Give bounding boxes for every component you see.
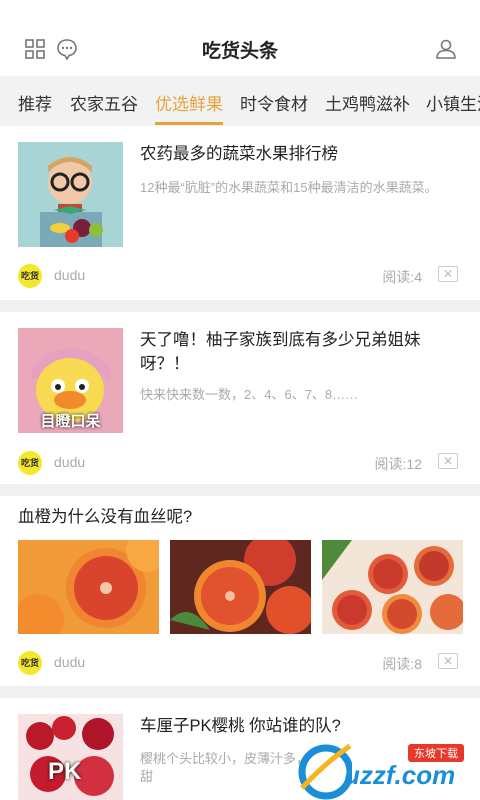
read-count: 阅读:8 — [382, 656, 422, 672]
source-logo: 吃货 — [18, 451, 42, 475]
article-image — [322, 540, 463, 634]
source-logo: 吃货 — [18, 264, 42, 288]
tab-recommend[interactable]: 推荐 — [18, 90, 52, 115]
active-tab-indicator — [155, 122, 223, 125]
site-watermark: 东坡下载 uzzf.com — [292, 738, 480, 800]
article-thumbnail: PK — [18, 714, 123, 800]
dismiss-button[interactable]: ✕ — [438, 653, 458, 669]
watermark-text: uzzf.com — [344, 760, 456, 790]
tab-fruits[interactable]: 优选鲜果 — [155, 90, 223, 115]
user-profile-icon[interactable] — [435, 38, 457, 60]
tab-poultry[interactable]: 土鸡鸭滋补 — [325, 90, 410, 115]
article-summary: 快来快来数一数，2、4、6、7、8…… — [140, 387, 359, 402]
article-title[interactable]: 天了噜！柚子家族到底有多少兄弟姐妹呀？！ — [140, 328, 462, 376]
page-title: 吃货头条 — [201, 41, 278, 62]
article-title[interactable]: 农药最多的蔬菜水果排行榜 — [140, 142, 462, 166]
article-meta: 吃货 dudu 阅读:8 ✕ — [18, 651, 462, 675]
dismiss-button[interactable]: ✕ — [438, 453, 458, 469]
article-title[interactable]: 血橙为什么没有血丝呢? — [18, 505, 462, 529]
read-count: 阅读:4 — [382, 269, 422, 285]
source-name: dudu — [54, 267, 86, 283]
article-meta: 吃货 dudu 阅读:12 ✕ — [18, 451, 462, 475]
category-tabs: 推荐 农家五谷 优选鲜果 时令食材 土鸡鸭滋补 小镇生活 — [0, 76, 480, 126]
article-card[interactable]: 目瞪口呆 天了噜！柚子家族到底有多少兄弟姐妹呀？！ 快来快来数一数，2、4、6、… — [0, 312, 480, 484]
tab-grains[interactable]: 农家五谷 — [70, 90, 138, 115]
tab-seasonal[interactable]: 时令食材 — [240, 90, 308, 115]
article-thumbnail — [18, 142, 123, 247]
article-thumbnail: 目瞪口呆 — [18, 328, 123, 433]
article-image — [18, 540, 159, 634]
article-summary: 12种最“肮脏”的水果蔬菜和15种最清洁的水果蔬菜。 — [140, 180, 438, 195]
image-caption: PK — [48, 758, 82, 785]
article-image — [170, 540, 311, 634]
article-card[interactable]: 农药最多的蔬菜水果排行榜 12种最“肮脏”的水果蔬菜和15种最清洁的水果蔬菜。 … — [0, 126, 480, 300]
article-title[interactable]: 车厘子PK樱桃 你站谁的队? — [140, 714, 462, 738]
app-header: 吃货头条 — [0, 0, 480, 76]
source-name: dudu — [54, 454, 86, 470]
tab-town-life[interactable]: 小镇生活 — [426, 90, 480, 115]
source-name: dudu — [54, 654, 86, 670]
read-count: 阅读:12 — [374, 456, 422, 472]
article-meta: 吃货 dudu 阅读:4 ✕ — [18, 264, 462, 288]
dismiss-button[interactable]: ✕ — [438, 266, 458, 282]
image-caption: 目瞪口呆 — [40, 413, 101, 430]
source-logo: 吃货 — [18, 651, 42, 675]
